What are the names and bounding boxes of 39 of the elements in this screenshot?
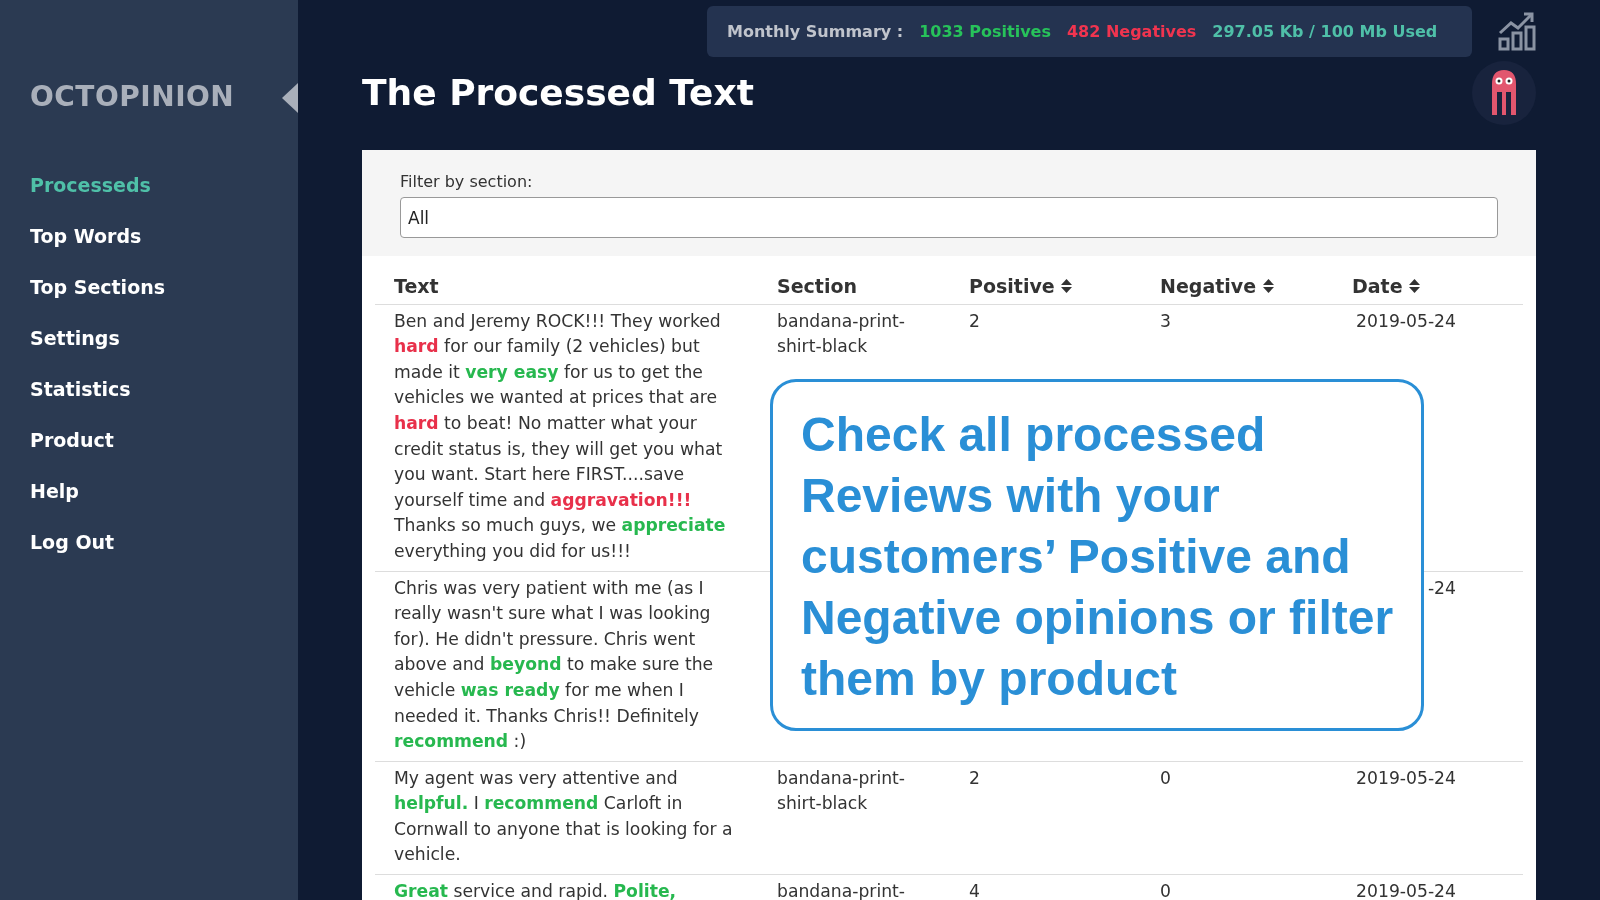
column-header: Section xyxy=(777,270,969,305)
table-cell: 0 xyxy=(1160,874,1352,900)
sidebar-item[interactable]: Log Out xyxy=(0,517,298,568)
date-cell-text: 2019-05-24 xyxy=(1355,309,1456,333)
review-text: My agent was very attentive and helpful. I recommend Carloft in Cornwall to anyone that is looking for a vehicle. xyxy=(375,761,777,875)
chart-icon[interactable] xyxy=(1498,10,1536,51)
sidebar-item[interactable]: Top Words xyxy=(0,211,298,262)
filter-label: Filter by section: xyxy=(400,171,534,193)
collapse-icon[interactable] xyxy=(282,83,298,113)
table-cell: bandana-print-shirt-black xyxy=(777,761,969,875)
table-cell: 4 xyxy=(969,874,1160,900)
sidebar-item[interactable]: Statistics xyxy=(0,364,298,415)
sidebar-item[interactable]: Top Sections xyxy=(0,262,298,313)
sidebar-item[interactable]: Help xyxy=(0,466,298,517)
date-cell-text: -24 xyxy=(1426,576,1456,600)
column-header[interactable]: Date xyxy=(1352,270,1523,305)
sidebar-item[interactable]: Settings xyxy=(0,313,298,364)
negatives-count: 482 Negatives xyxy=(1066,20,1197,43)
page-title: The Processed Text xyxy=(362,71,754,115)
column-header[interactable]: Negative xyxy=(1160,270,1352,305)
date-cell-text: 2019-05-24 xyxy=(1355,880,1456,900)
sidebar-item[interactable]: Product xyxy=(0,415,298,466)
summary-label: Monthly Summary : xyxy=(727,20,904,43)
callout-text: Check all processed Reviews with your customers’ Positive and Negative opinions or filter them by product xyxy=(770,379,1424,731)
app-logo: OCTOPINION xyxy=(29,79,235,115)
filter-field[interactable]: All xyxy=(400,197,1498,238)
sidebar-item[interactable]: Processeds xyxy=(0,160,298,211)
column-header[interactable]: Positive xyxy=(969,270,1160,305)
review-text: Great service and rapid. Polite, xyxy=(375,874,777,900)
usage-text: 297.05 Kb / 100 Mb Used xyxy=(1212,20,1438,43)
column-header: Text xyxy=(375,270,777,305)
table-cell: bandana-print- xyxy=(777,874,969,900)
sort-icon[interactable] xyxy=(1262,278,1274,294)
positives-count: 1033 Positives xyxy=(919,20,1051,43)
sort-icon[interactable] xyxy=(1061,278,1073,294)
sort-icon[interactable] xyxy=(1409,278,1421,294)
table-cell: 0 xyxy=(1160,761,1352,875)
date-cell-text: 2019-05-24 xyxy=(1355,766,1456,790)
table-cell: 2 xyxy=(969,761,1160,875)
